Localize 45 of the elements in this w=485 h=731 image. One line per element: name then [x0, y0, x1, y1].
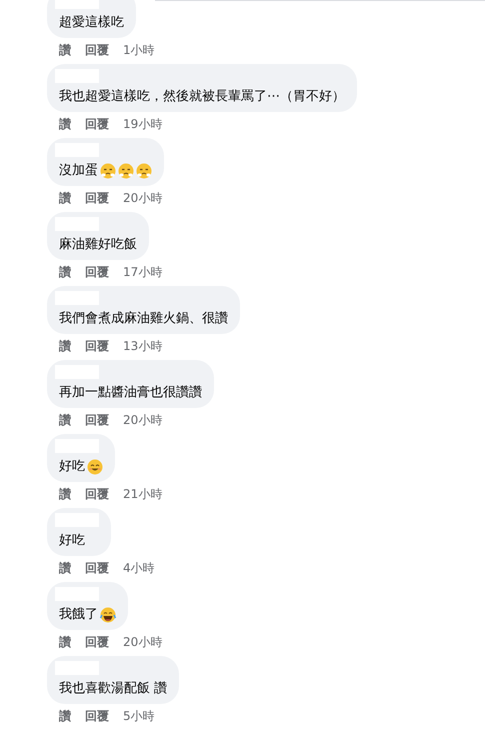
reply-link[interactable]: 回覆 [85, 264, 109, 280]
timestamp: 17小時 [123, 264, 162, 280]
reply-link[interactable]: 回覆 [85, 338, 109, 354]
comment-text: 我也超愛這樣吃，然後就被長輩罵了⋯（胃不好） [59, 88, 345, 106]
comment-text: 好吃 [59, 532, 85, 550]
timestamp: 1小時 [123, 42, 155, 58]
reply-link[interactable]: 回覆 [85, 634, 109, 650]
reply-link[interactable]: 回覆 [85, 560, 109, 576]
comment-text: 再加一點醬油膏也很讚讚 [59, 384, 202, 402]
comment-text: 我也喜歡湯配飯 讚 [59, 680, 168, 698]
reply-link[interactable]: 回覆 [85, 190, 109, 206]
comment-text: 好吃 [59, 458, 85, 476]
reply-link[interactable]: 回覆 [85, 116, 109, 132]
emoji-steam-icon [100, 163, 116, 179]
timestamp: 21小時 [123, 486, 162, 502]
like-link[interactable]: 讚 [59, 338, 71, 354]
like-link[interactable]: 讚 [59, 264, 71, 280]
comment-text: 超愛這樣吃 [59, 14, 124, 32]
comment-text: 我餓了 [59, 606, 98, 624]
laughing-face-icon [100, 607, 116, 623]
like-link[interactable]: 讚 [59, 116, 71, 132]
timestamp: 20小時 [123, 634, 162, 650]
timestamp: 5小時 [123, 708, 155, 724]
like-link[interactable]: 讚 [59, 560, 71, 576]
reply-link[interactable]: 回覆 [85, 708, 109, 724]
like-link[interactable]: 讚 [59, 708, 71, 724]
like-link[interactable]: 讚 [59, 412, 71, 428]
timestamp: 13小時 [123, 338, 162, 354]
timestamp: 20小時 [123, 412, 162, 428]
emoji-steam-icon [118, 163, 134, 179]
comment-text: 麻油雞好吃飯 [59, 236, 137, 254]
like-link[interactable]: 讚 [59, 486, 71, 502]
timestamp: 4小時 [123, 560, 155, 576]
timestamp: 19小時 [123, 116, 162, 132]
smiling-face-icon [87, 459, 103, 475]
reply-link[interactable]: 回覆 [85, 486, 109, 502]
like-link[interactable]: 讚 [59, 190, 71, 206]
like-link[interactable]: 讚 [59, 42, 71, 58]
like-link[interactable]: 讚 [59, 634, 71, 650]
reply-link[interactable]: 回覆 [85, 412, 109, 428]
comment-text: 我們會煮成麻油雞火鍋、很讚 [59, 310, 228, 328]
comment-text: 沒加蛋 [59, 162, 98, 180]
reply-link[interactable]: 回覆 [85, 42, 109, 58]
timestamp: 20小時 [123, 190, 162, 206]
emoji-steam-icon [136, 163, 152, 179]
